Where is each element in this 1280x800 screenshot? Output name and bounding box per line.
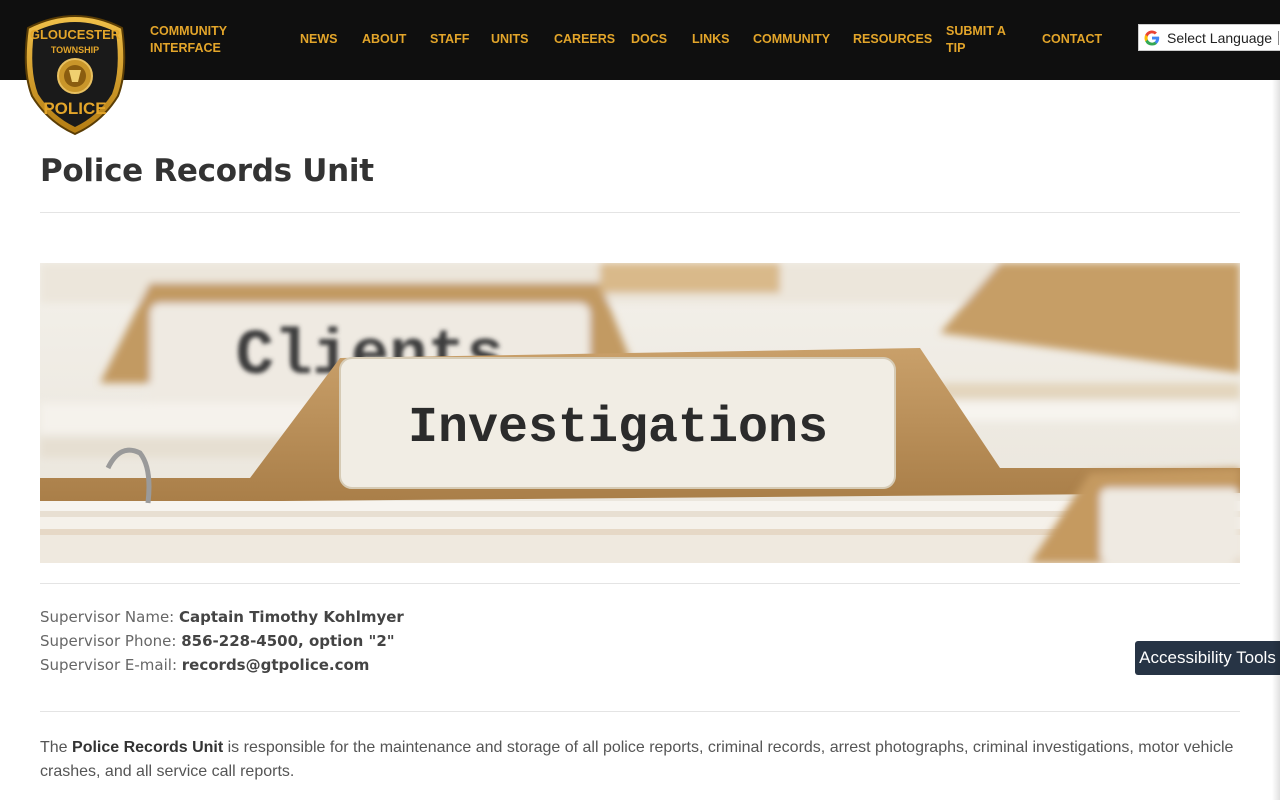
nav-news[interactable]: NEWS [300,31,338,48]
nav-community-interface[interactable]: COMMUNITY INTERFACE [150,23,260,57]
site-header: COMMUNITY INTERFACE NEWS ABOUT STAFF UNI… [0,0,1280,80]
nav-docs[interactable]: DOCS [631,31,667,48]
nav-careers[interactable]: CAREERS [554,31,615,48]
supervisor-email-label: Supervisor E-mail: [40,656,182,674]
language-selector[interactable]: Select Language [1138,24,1280,51]
nav-community[interactable]: COMMUNITY [753,31,830,48]
nav-about[interactable]: ABOUT [362,31,406,48]
language-selector-label: Select Language [1167,29,1273,46]
language-divider [1278,30,1280,45]
badge-bottom-text: POLICE [43,99,106,118]
nav-submit-a-tip[interactable]: SUBMIT A TIP [946,23,1016,57]
supervisor-info: Supervisor Name: Captain Timothy Kohlmye… [40,605,404,677]
supervisor-phone-label: Supervisor Phone: [40,632,182,650]
supervisor-name-label: Supervisor Name: [40,608,179,626]
description-unit-name: Police Records Unit [72,739,224,756]
nav-units[interactable]: UNITS [491,31,529,48]
description-lead: The [40,739,73,756]
supervisor-name-row: Supervisor Name: Captain Timothy Kohlmye… [40,605,404,629]
page-title: Police Records Unit [40,153,374,189]
supervisor-email-link[interactable]: records@gtpolice.com [182,656,370,674]
supervisor-phone-value: 856-228-4500, option "2" [181,632,395,650]
supervisor-name-value: Captain Timothy Kohlmyer [179,608,404,626]
title-divider [40,212,1240,213]
accessibility-tools-button[interactable]: Accessibility Tools [1135,641,1280,675]
google-g-icon [1144,30,1160,46]
badge-top-text: GLOUCESTER [30,27,121,42]
hero-front-tab-label: Investigations [408,400,828,457]
nav-links[interactable]: LINKS [692,31,730,48]
police-badge-logo[interactable]: GLOUCESTER TOWNSHIP POLICE [22,10,128,136]
page-edge-shadow [1272,80,1280,800]
info-divider [40,711,1240,712]
hero-divider [40,583,1240,584]
hero-image-file-folders: Clients Investigations [40,263,1240,563]
nav-contact[interactable]: CONTACT [1042,31,1102,48]
nav-resources[interactable]: RESOURCES [853,31,932,48]
supervisor-email-row: Supervisor E-mail: records@gtpolice.com [40,653,404,677]
nav-staff[interactable]: STAFF [430,31,469,48]
supervisor-phone-row: Supervisor Phone: 856-228-4500, option "… [40,629,404,653]
unit-description: The Police Records Unit is responsible f… [40,736,1240,784]
badge-middle-text: TOWNSHIP [51,45,99,55]
